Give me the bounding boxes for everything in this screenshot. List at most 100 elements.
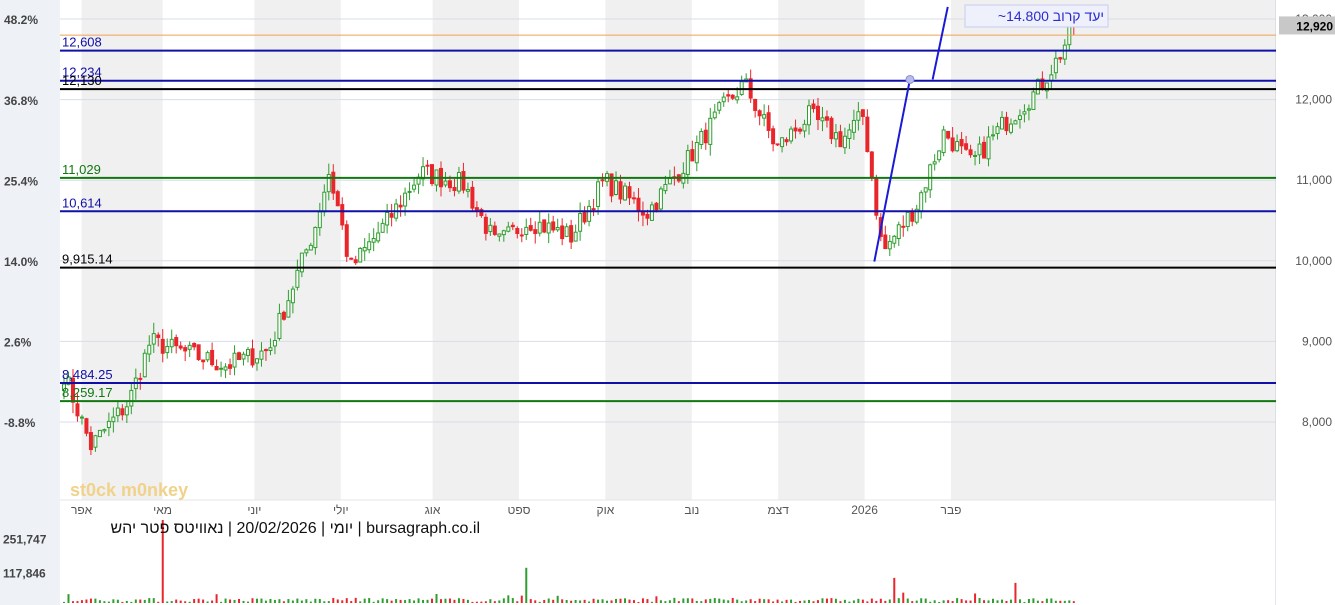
candle-body	[955, 141, 960, 152]
volume-bar	[866, 601, 869, 603]
candle	[865, 109, 870, 153]
candle-body	[717, 102, 722, 111]
candle	[380, 218, 385, 233]
candle	[416, 173, 421, 194]
target-label: ~יעד קרוב 14.800	[998, 8, 1104, 24]
volume-bar	[529, 599, 532, 603]
volume-bar	[816, 600, 819, 603]
candle-body	[237, 352, 242, 361]
month-bands	[81, 0, 1276, 500]
month-band	[778, 0, 865, 500]
price-tick-label: 10,000	[1295, 254, 1332, 268]
volume-bar	[1027, 598, 1030, 603]
volume-bar	[170, 601, 173, 603]
candle	[883, 225, 888, 250]
month-tick-label: 2026	[851, 503, 878, 517]
candle	[183, 345, 188, 362]
candle	[241, 351, 246, 366]
candle-body	[941, 129, 946, 154]
volume-bar	[556, 595, 559, 603]
volume-tick-label: 117,846	[3, 566, 46, 580]
volume-bar	[1045, 598, 1048, 603]
volume-bar	[98, 600, 101, 603]
candle-body	[362, 246, 367, 252]
volume-bar	[615, 598, 618, 603]
volume-bar	[125, 601, 128, 603]
volume-bar	[947, 600, 950, 603]
candle	[869, 151, 874, 182]
volume-bar	[475, 601, 478, 603]
volume-bar	[574, 600, 577, 603]
volume-bar	[799, 600, 802, 603]
candle-body	[443, 180, 448, 186]
volume-bar	[94, 598, 97, 603]
candle-body	[84, 418, 89, 434]
candle-body	[115, 407, 120, 417]
candle-body	[470, 186, 475, 209]
volume-bar	[709, 598, 712, 603]
candle-body	[474, 207, 479, 211]
candle-body	[156, 334, 161, 338]
candle	[533, 221, 538, 244]
candle-body	[874, 177, 879, 216]
candle	[174, 334, 179, 354]
candle-body	[497, 233, 502, 237]
volume-bar	[202, 599, 205, 603]
candle-body	[959, 139, 964, 147]
volume-bar	[1009, 599, 1012, 603]
volume-bar	[327, 601, 330, 603]
volume-bar	[390, 600, 393, 603]
volume-bar	[758, 598, 761, 603]
candle	[210, 342, 215, 367]
volume-bar	[493, 601, 496, 603]
candle-body	[762, 114, 767, 119]
candle-body	[578, 213, 583, 232]
volume-bar	[848, 601, 851, 603]
volume-bar	[264, 600, 267, 603]
pct-tick-label: 14.0%	[4, 255, 38, 269]
last-price-label: 12,920	[1296, 19, 1333, 33]
candle-body	[730, 94, 735, 99]
candle	[573, 224, 578, 242]
volume-bar	[588, 601, 591, 603]
candle	[353, 255, 358, 265]
candle-body	[999, 116, 1004, 130]
candle-body	[986, 136, 991, 160]
candle-body	[106, 420, 111, 429]
volume-bar	[305, 599, 308, 603]
volume-bar	[193, 599, 196, 603]
volume-bar	[682, 598, 685, 603]
candle-body	[371, 237, 376, 243]
candle-body	[865, 116, 870, 153]
candle-body	[542, 219, 547, 233]
volume-bar	[220, 601, 223, 603]
candle	[937, 150, 942, 163]
volume-bar	[426, 599, 429, 603]
candle-body	[250, 348, 255, 366]
candle-body	[703, 129, 708, 144]
candle	[362, 238, 367, 261]
volume-bar	[354, 597, 357, 603]
volume-bar	[435, 593, 438, 603]
candle-body	[488, 224, 493, 233]
candle-body	[452, 186, 457, 192]
volume-bar	[929, 601, 932, 603]
candle-body	[196, 344, 201, 361]
volume-bar	[547, 598, 550, 603]
candle-body	[856, 111, 861, 121]
month-band	[605, 0, 692, 500]
candle	[946, 130, 951, 140]
candle-body	[183, 347, 188, 352]
level-label: 11,029	[62, 162, 101, 177]
volume-bar	[107, 601, 110, 603]
volume-bar	[956, 598, 959, 603]
volume-bar	[296, 598, 299, 603]
candle	[205, 350, 210, 363]
volume-bar	[422, 599, 425, 603]
volume-bar	[1000, 599, 1003, 603]
candle	[412, 177, 417, 193]
candle	[546, 213, 551, 244]
candle	[560, 218, 565, 246]
candle-body	[501, 230, 506, 236]
volume-bar	[1036, 600, 1039, 603]
